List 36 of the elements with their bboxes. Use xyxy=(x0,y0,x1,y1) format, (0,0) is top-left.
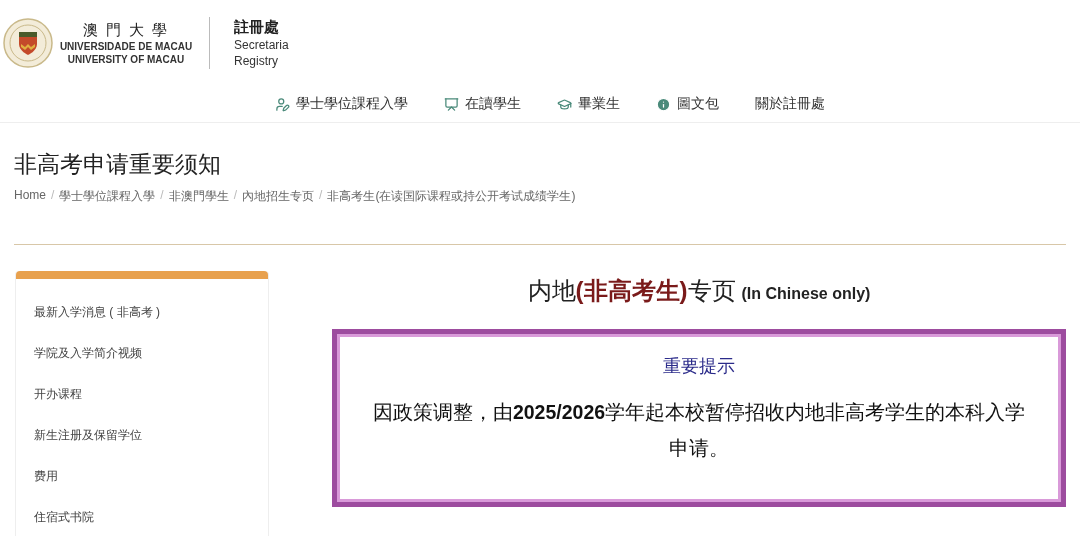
office-name-english: Registry xyxy=(234,53,279,69)
breadcrumb-separator: / xyxy=(51,188,55,204)
breadcrumb-separator: / xyxy=(160,188,164,204)
nav-link[interactable]: 關於註冊處 xyxy=(755,95,825,113)
breadcrumb-link[interactable]: 非高考生(在读国际课程或持公开考试成绩学生) xyxy=(327,188,576,205)
sidebar-item[interactable]: 新生注册及保留学位 xyxy=(16,415,268,456)
presentation-board-icon xyxy=(444,96,459,112)
university-name-english: UNIVERSITY OF MACAU xyxy=(67,52,185,66)
language-note: (In Chinese only) xyxy=(741,285,871,303)
breadcrumb-separator: / xyxy=(319,188,323,204)
sidebar-item[interactable]: 学院及入学简介视频 xyxy=(16,333,268,374)
graduate-cap-icon xyxy=(557,96,572,112)
university-name-portuguese: UNIVERSIDADE DE MACAU xyxy=(59,39,193,53)
notice-title: 重要提示 xyxy=(663,355,735,378)
university-crest-logo xyxy=(3,18,53,68)
office-name-portuguese: Secretaria xyxy=(234,37,289,53)
breadcrumb-separator: / xyxy=(233,188,238,204)
info-icon xyxy=(656,96,671,112)
breadcrumb-link[interactable]: 內地招生专页 xyxy=(242,188,315,205)
sidebar-item[interactable]: 最新入学消息 ( 非高考 ) xyxy=(16,292,268,333)
breadcrumb-link[interactable]: Home xyxy=(14,188,46,205)
office-name-chinese: 註冊處 xyxy=(234,17,280,37)
breadcrumb-link[interactable]: 學士學位課程入學 xyxy=(59,188,156,205)
sidebar-item[interactable]: 住宿式书院 xyxy=(16,497,268,536)
nav-link[interactable]: 畢業生 xyxy=(557,95,620,113)
user-pen-icon xyxy=(275,96,290,112)
sidebar-item[interactable]: 费用 xyxy=(16,456,268,497)
nav-link[interactable]: 圖文包 xyxy=(656,95,719,113)
university-name-chinese: 澳 門 大 學 xyxy=(83,20,169,40)
breadcrumb-link[interactable]: 非澳門學生 xyxy=(168,188,229,205)
page-title: 非高考申请重要须知 xyxy=(14,150,222,179)
notice-text: 因政策调整，由2025/2026学年起本校暂停招收内地非高考学生的本科入学申请。 xyxy=(371,400,1027,461)
nav-link[interactable]: 學士學位課程入學 xyxy=(275,95,408,113)
section-heading: 内地(非高考生)专页 xyxy=(527,276,736,306)
nav-link[interactable]: 在讀學生 xyxy=(444,95,521,113)
sidebar-item[interactable]: 开办课程 xyxy=(16,374,268,415)
